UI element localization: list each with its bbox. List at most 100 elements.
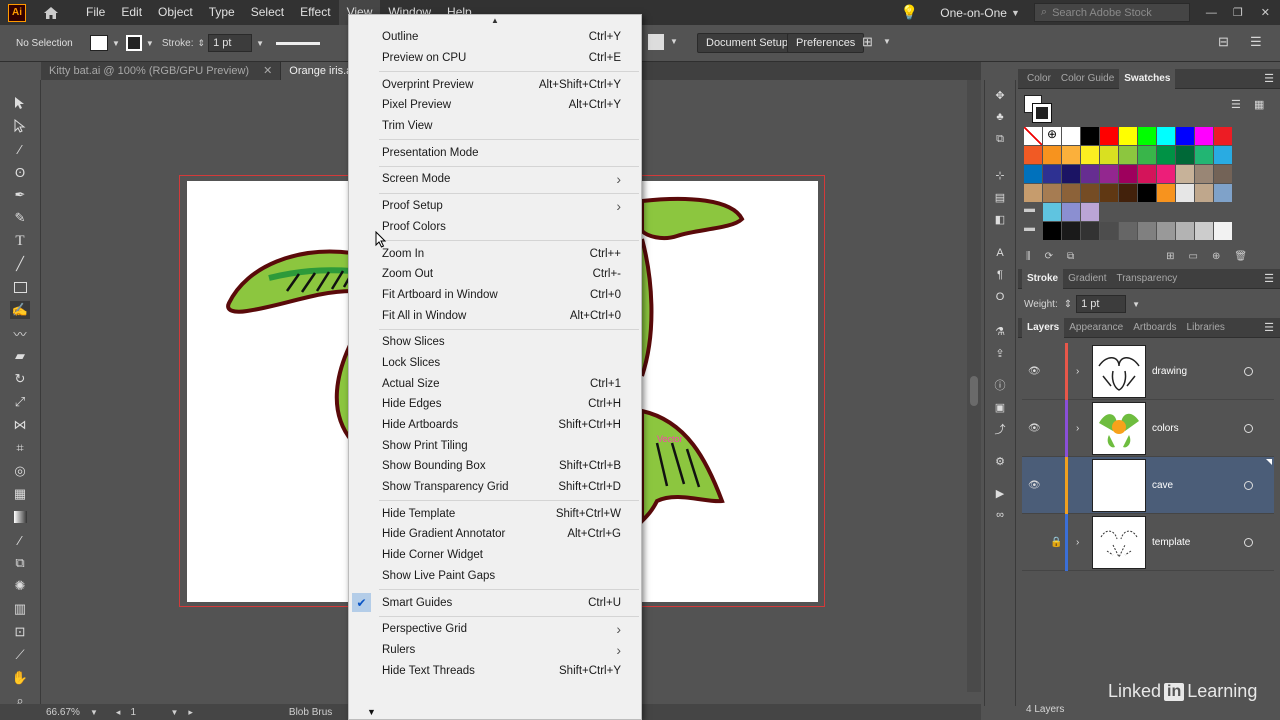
swatch[interactable]: [1043, 203, 1061, 221]
swatch[interactable]: [1100, 165, 1118, 183]
swatch[interactable]: [1157, 165, 1175, 183]
tab-color[interactable]: Color: [1022, 69, 1056, 89]
layer-row-drawing[interactable]: 👁 › drawing: [1022, 343, 1274, 400]
scale-tool-icon[interactable]: ⤢: [10, 393, 30, 411]
puppet-warp-icon[interactable]: ✥: [990, 86, 1010, 104]
view-menu-item-preview-on-cpu[interactable]: Preview on CPU Ctrl+E: [349, 48, 641, 69]
stroke-swatch[interactable]: [125, 35, 142, 51]
swatch[interactable]: [1081, 203, 1099, 221]
graph-tool-icon[interactable]: ▥: [10, 600, 30, 618]
swatch[interactable]: [1062, 127, 1080, 145]
swatch[interactable]: [1157, 146, 1175, 164]
home-icon[interactable]: [42, 4, 60, 22]
show-swatch-kinds-icon[interactable]: ⊞: [1166, 251, 1174, 262]
view-menu-item-show-live-paint-gaps[interactable]: Show Live Paint Gaps: [349, 566, 641, 587]
swatch[interactable]: [1062, 184, 1080, 202]
swatch[interactable]: [1195, 184, 1213, 202]
tab-gradient[interactable]: Gradient: [1063, 269, 1111, 289]
direct-selection-tool-icon[interactable]: [10, 117, 30, 135]
layer-name[interactable]: cave: [1152, 480, 1173, 491]
menu-effect[interactable]: Effect: [292, 0, 338, 25]
view-menu-item-smart-guides[interactable]: ✔ Smart Guides Ctrl+U: [349, 592, 641, 613]
swatch[interactable]: [1100, 127, 1118, 145]
swatch[interactable]: [1119, 127, 1137, 145]
tab-transparency[interactable]: Transparency: [1111, 269, 1182, 289]
tab-color-guide[interactable]: Color Guide: [1056, 69, 1119, 89]
width-tool-icon[interactable]: ⋈: [10, 416, 30, 434]
tab-libraries[interactable]: Libraries: [1182, 318, 1230, 338]
menu-edit[interactable]: Edit: [113, 0, 150, 25]
club-icon[interactable]: ♣: [990, 108, 1010, 126]
swatch[interactable]: [1195, 127, 1213, 145]
fill-swatch[interactable]: [90, 35, 108, 51]
swatch[interactable]: [1138, 165, 1156, 183]
swatch[interactable]: [1214, 222, 1232, 240]
view-menu-item-fit-all-in-window[interactable]: Fit All in Window Alt+Ctrl+0: [349, 305, 641, 326]
swatch[interactable]: [1195, 222, 1213, 240]
swatch[interactable]: [1119, 146, 1137, 164]
link-icon[interactable]: ∞: [990, 506, 1010, 524]
layer-name[interactable]: template: [1152, 537, 1190, 548]
swatch[interactable]: [1062, 165, 1080, 183]
eye-icon[interactable]: 👁: [1028, 366, 1041, 377]
rotate-tool-icon[interactable]: ↻: [10, 370, 30, 388]
view-menu-item-show-transparency-grid[interactable]: Show Transparency Grid Shift+Ctrl+D: [349, 477, 641, 498]
stock-search-input[interactable]: ⌕ Search Adobe Stock: [1033, 3, 1190, 22]
layer-name[interactable]: drawing: [1152, 366, 1187, 377]
swatch[interactable]: [1214, 165, 1232, 183]
shaper-tool-icon[interactable]: 〰: [10, 324, 30, 342]
swatch[interactable]: [1214, 184, 1232, 202]
menu-type[interactable]: Type: [201, 0, 243, 25]
scrollbar-thumb[interactable]: [970, 376, 978, 406]
arrange-documents-icon[interactable]: ⊟: [1218, 34, 1229, 50]
view-menu-item-overprint-preview[interactable]: Overprint Preview Alt+Shift+Ctrl+Y: [349, 74, 641, 95]
swatch[interactable]: [1138, 127, 1156, 145]
workspace-switcher[interactable]: One-on-One: [940, 6, 1007, 20]
view-menu-item-presentation-mode[interactable]: Presentation Mode: [349, 142, 641, 163]
line-tool-icon[interactable]: ╱: [10, 255, 30, 273]
view-menu-item-lock-slices[interactable]: Lock Slices: [349, 353, 641, 374]
gear-icon[interactable]: ⚙: [990, 452, 1010, 470]
character-icon[interactable]: A: [990, 244, 1010, 262]
swatch[interactable]: [1081, 165, 1099, 183]
tab-appearance[interactable]: Appearance: [1064, 318, 1128, 338]
swatch[interactable]: [1138, 146, 1156, 164]
blend-tool-icon[interactable]: ⧉: [10, 554, 30, 572]
chevron-down-icon[interactable]: ▼: [146, 39, 154, 48]
swatch[interactable]: [1157, 222, 1175, 240]
symbol-sprayer-tool-icon[interactable]: ✺: [10, 577, 30, 595]
swatch[interactable]: [1176, 165, 1194, 183]
menu-file[interactable]: File: [78, 0, 113, 25]
vertical-scrollbar[interactable]: [967, 80, 981, 692]
swatch[interactable]: [1024, 165, 1042, 183]
chevron-down-icon[interactable]: ▼: [170, 708, 178, 717]
grid-view-icon[interactable]: ▦: [1254, 98, 1264, 111]
swatch[interactable]: [1024, 146, 1042, 164]
arrange-icon[interactable]: ⊞: [862, 34, 873, 50]
stroke-label[interactable]: Stroke:: [162, 38, 194, 49]
view-menu-item-hide-gradient-annotator[interactable]: Hide Gradient Annotator Alt+Ctrl+G: [349, 524, 641, 545]
tab-layers[interactable]: Layers: [1022, 317, 1065, 338]
swatch[interactable]: [1043, 222, 1061, 240]
opacity-swatch[interactable]: [648, 34, 664, 50]
preferences-button[interactable]: Preferences: [787, 33, 865, 53]
view-menu-item-show-slices[interactable]: Show Slices: [349, 332, 641, 353]
scroll-down-icon[interactable]: ▼: [367, 707, 376, 717]
lock-icon[interactable]: 🔒: [1050, 537, 1062, 548]
swatch[interactable]: [1062, 222, 1080, 240]
swatch[interactable]: [1214, 127, 1232, 145]
stroke-stepper-icon[interactable]: ⇕: [198, 38, 206, 49]
transform-icon[interactable]: ⊹: [990, 166, 1010, 184]
swatch[interactable]: [1119, 184, 1137, 202]
slice-tool-icon[interactable]: ⟋: [10, 646, 30, 664]
swatch[interactable]: [1081, 146, 1099, 164]
eyedropper-tool-icon[interactable]: ⁄: [10, 531, 30, 549]
view-menu-item-show-print-tiling[interactable]: Show Print Tiling: [349, 435, 641, 456]
new-swatch-icon[interactable]: ⊕: [1212, 251, 1220, 262]
view-menu-item-hide-corner-widget[interactable]: Hide Corner Widget: [349, 545, 641, 566]
chevron-down-icon[interactable]: ▼: [1132, 300, 1140, 309]
swatch[interactable]: [1138, 184, 1156, 202]
document-info-icon[interactable]: ▣: [990, 398, 1010, 416]
swatch[interactable]: [1100, 184, 1118, 202]
fill-stroke-indicator[interactable]: [1024, 95, 1052, 123]
